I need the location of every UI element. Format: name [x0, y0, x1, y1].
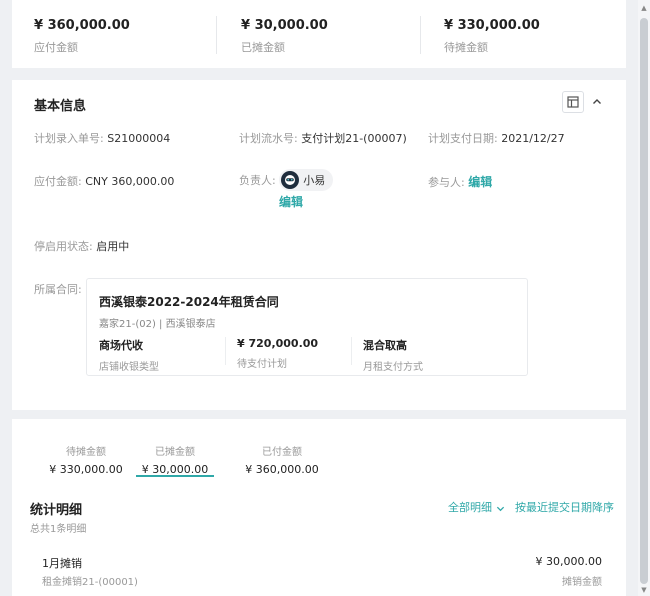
contract-cell-cashier-type: 商场代收 店铺收银类型 [99, 337, 159, 373]
tab-label: 待摊金额 [66, 447, 106, 458]
summary-allocated: ¥ 30,000.00 已摊金额 [241, 18, 431, 55]
filter-all-dropdown[interactable]: 全部明细 [448, 499, 505, 515]
detail-row-name: 1月摊销 [42, 557, 82, 570]
summary-pending: ¥ 330,000.00 待摊金额 [444, 18, 634, 55]
payable-amount-value: CNY 360,000.00 [85, 175, 175, 188]
plan-serial-no-field: 计划流水号: 支付计划21-(00007) [239, 130, 407, 146]
plan-pay-date-value: 2021/12/27 [501, 132, 565, 145]
contract-cell-value: ¥ 720,000.00 [237, 337, 319, 350]
layout-icon [567, 96, 579, 108]
plan-pay-date-label: 计划支付日期: [428, 132, 498, 145]
contract-cell-divider [351, 337, 352, 365]
contract-subtitle: 嘉家21-(02) | 西溪银泰店 [99, 319, 216, 330]
owner-field: 负责人: 小易 [239, 169, 334, 191]
status-field: 停启用状态: 启用中 [34, 238, 129, 254]
contract-label-text: 所属合同: [34, 283, 82, 296]
amount-summary-card: ¥ 360,000.00 应付金额 ¥ 30,000.00 已摊金额 ¥ 330… [12, 0, 626, 68]
owner-chip[interactable]: 小易 [279, 169, 334, 191]
summary-allocated-label: 已摊金额 [241, 41, 285, 54]
summary-allocated-amount: ¥ 30,000.00 [241, 18, 328, 33]
page: ¥ 360,000.00 应付金额 ¥ 30,000.00 已摊金额 ¥ 330… [0, 0, 650, 596]
tab-amount: ¥ 330,000.00 [49, 463, 123, 476]
statistics-card: 待摊金额 ¥ 330,000.00 已摊金额 ¥ 30,000.00 已付金额 … [12, 419, 626, 596]
plan-serial-no-value: 支付计划21-(00007) [301, 132, 407, 145]
detail-row-amount: ¥ 30,000.00 [535, 555, 602, 568]
summary-payable-amount: ¥ 360,000.00 [34, 18, 130, 33]
summary-payable: ¥ 360,000.00 应付金额 [34, 18, 224, 55]
owner-label: 负责人: [239, 174, 276, 187]
plan-entry-no-label: 计划录入单号: [34, 132, 104, 145]
plan-pay-date-field: 计划支付日期: 2021/12/27 [428, 130, 565, 146]
scroll-down-icon[interactable]: ▼ [640, 586, 648, 594]
tab-label: 已付金额 [262, 447, 302, 458]
tab-label: 已摊金额 [155, 447, 195, 458]
layout-toggle-button[interactable] [562, 91, 584, 113]
summary-pending-amount: ¥ 330,000.00 [444, 18, 540, 33]
contract-cell-label: 待支付计划 [237, 359, 287, 370]
tab-paid[interactable]: 已付金额 ¥ 360,000.00 [240, 443, 324, 476]
summary-divider [420, 16, 421, 54]
status-label: 停启用状态: [34, 240, 93, 253]
scroll-up-icon[interactable]: ▲ [640, 4, 648, 12]
summary-payable-label: 应付金额 [34, 41, 78, 54]
tab-amount: ¥ 360,000.00 [245, 463, 319, 476]
contract-label: 所属合同: [34, 281, 82, 297]
participants-label: 参与人: [428, 176, 465, 189]
summary-pending-label: 待摊金额 [444, 41, 488, 54]
statistics-subtitle: 总共1条明细 [30, 524, 87, 535]
contract-cell-label: 月租支付方式 [363, 362, 423, 373]
collapse-button[interactable] [586, 91, 608, 113]
tab-pending[interactable]: 待摊金额 ¥ 330,000.00 [44, 443, 128, 476]
contract-cell-label: 店铺收银类型 [99, 362, 159, 373]
sort-button[interactable]: 按最近提交日期降序 [515, 499, 614, 515]
basic-info-title: 基本信息 [34, 99, 87, 114]
filter-all-label: 全部明细 [448, 501, 492, 514]
avatar [281, 171, 300, 189]
participants-edit-link[interactable]: 编辑 [468, 175, 492, 189]
participants-field: 参与人: 编辑 [428, 173, 492, 190]
plan-entry-no-value: S21000004 [107, 132, 171, 145]
contract-cell-divider [225, 337, 226, 365]
summary-divider [216, 16, 217, 54]
contract-cell-rent-method: 混合取高 月租支付方式 [363, 337, 423, 373]
payable-amount-field: 应付金额: CNY 360,000.00 [34, 173, 174, 189]
owner-edit-link[interactable]: 编辑 [279, 193, 303, 210]
statistics-title: 统计明细 [30, 503, 83, 518]
chevron-up-icon [593, 99, 601, 104]
detail-row-amount-label: 摊销金额 [562, 577, 602, 588]
basic-info-card: 基本信息 计划录入单号: S21000004 计划流水号: 支付计划21-(00… [12, 80, 626, 410]
chevron-down-icon [496, 506, 504, 511]
scrollbar-thumb[interactable] [640, 18, 648, 584]
status-value: 启用中 [96, 240, 130, 253]
owner-name: 小易 [303, 174, 326, 187]
payable-amount-label: 应付金额: [34, 175, 82, 188]
plan-entry-no-field: 计划录入单号: S21000004 [34, 130, 170, 146]
plan-serial-no-label: 计划流水号: [239, 132, 298, 145]
contract-cell-value: 商场代收 [99, 339, 143, 352]
contract-card[interactable]: 西溪银泰2022-2024年租赁合同 嘉家21-(02) | 西溪银泰店 商场代… [86, 278, 528, 376]
contract-title: 西溪银泰2022-2024年租赁合同 [99, 295, 279, 309]
detail-row-code: 租金摊销21-(00001) [42, 577, 138, 588]
tab-allocated[interactable]: 已摊金额 ¥ 30,000.00 [136, 443, 214, 476]
contract-cell-pending-plan: ¥ 720,000.00 待支付计划 [237, 337, 318, 370]
active-tab-indicator [136, 475, 214, 477]
robot-avatar-icon [285, 175, 296, 185]
contract-cell-value: 混合取高 [363, 339, 407, 352]
